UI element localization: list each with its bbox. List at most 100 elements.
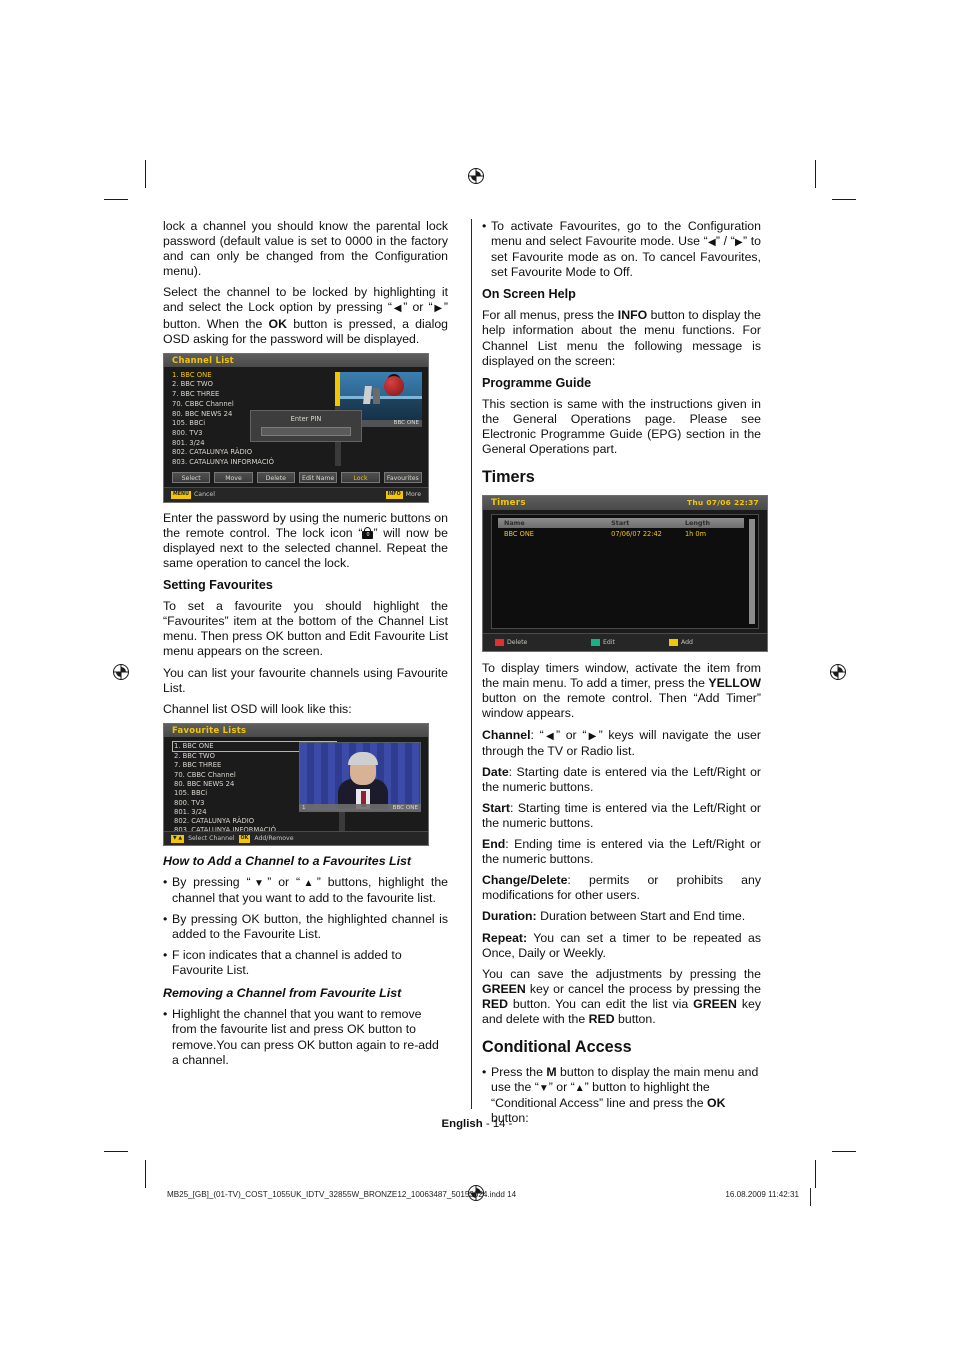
bullet-glyph: • (163, 948, 168, 963)
text-run: ” / “ (715, 234, 735, 249)
bullet-glyph: • (163, 911, 168, 926)
scrollbar-thumb[interactable] (749, 519, 755, 625)
para-save-adjustments: You can save the adjustments by pressing… (482, 967, 761, 1027)
bullet-glyph: • (482, 1065, 487, 1080)
timers-action-delete[interactable]: Delete (495, 639, 527, 647)
text-run: For all menus, press the (482, 308, 618, 323)
table-row[interactable]: BBC ONE 07/06/07 22:42 1h 0m (498, 529, 744, 540)
osd-button-move[interactable]: Move (214, 471, 253, 483)
para-start-field: Start: Starting time is entered via the … (482, 801, 761, 831)
timer-start: 07/06/07 22:42 (611, 530, 662, 539)
osd-channel-footer-right: INFO More (385, 490, 421, 499)
osd-button-select[interactable]: Select (172, 471, 211, 483)
label-date: Date (482, 764, 509, 779)
heading-setting-favourites: Setting Favourites (163, 578, 273, 593)
down-arrow-glyph: ▼ (250, 877, 268, 889)
channel-item[interactable]: 2. BBC TWO (172, 380, 332, 390)
text-run: ” or “ (548, 1080, 575, 1095)
para-channel-list-osd: Channel list OSD will look like this: (163, 701, 352, 716)
osd-timers-clock: Thu 07/06 22:37 (686, 498, 759, 508)
page-footer: English - 14 - (0, 1118, 954, 1130)
preview-sky (340, 371, 422, 398)
bullet-glyph: • (163, 1007, 168, 1022)
right-arrow-glyph: ▶ (586, 730, 599, 742)
osd-button-delete[interactable]: Delete (256, 471, 295, 483)
timers-action-edit[interactable]: Edit (591, 639, 615, 647)
para-timers-intro: To display timers window, activate the i… (482, 661, 761, 721)
print-line-separator (810, 1188, 811, 1206)
print-datetime: 16.08.2009 11:42:31 (725, 1190, 799, 1199)
osd-channel-footer: MENU Cancel INFO More (164, 486, 428, 502)
info-key-label: More (405, 491, 421, 499)
up-arrow-glyph: ▲ (300, 877, 317, 889)
osd-button-favourites[interactable]: Favourites (383, 471, 422, 483)
para-lock-intro: lock a channel you should know the paren… (163, 219, 448, 279)
para-channel-field: Channel: “◀” or “▶” keys will navigate t… (482, 728, 761, 759)
para-list-favourite: You can list your favourite channels usi… (163, 665, 448, 695)
osd-button-edit-name[interactable]: Edit Name (298, 471, 338, 483)
para-select-channel: Select the channel to be locked by highl… (163, 285, 448, 346)
channel-item[interactable]: 1. BBC ONE (172, 371, 332, 381)
label-change-delete: Change/Delete (482, 873, 568, 888)
print-filename: MB25_[GB]_(01-TV)_COST_1055UK_IDTV_32855… (167, 1190, 517, 1199)
lock-icon: 0 (362, 526, 374, 539)
osd-fav-preview-label: 1 BBC ONE (299, 803, 421, 812)
timers-action-add-label: Add (681, 639, 693, 647)
red-bold: RED (482, 996, 508, 1011)
nav-arrows-key-badge: ▼ ▲ (171, 834, 185, 843)
preview-rail (340, 395, 422, 399)
channel-item[interactable]: 802. CATALUNYA RÀDIO (172, 448, 332, 458)
column-header-length: Length (684, 519, 711, 528)
ok-bold: OK (268, 316, 287, 331)
info-key-badge: INFO (385, 490, 403, 499)
osd-timers-titlebar: Timers Thu 07/06 22:37 (483, 496, 767, 511)
registration-mark-left (108, 659, 134, 685)
green-bold: GREEN (482, 981, 526, 996)
text-run: ” or “ (555, 727, 587, 742)
left-column: lock a channel you should know the paren… (163, 219, 462, 1132)
yellow-key-swatch (669, 639, 678, 647)
heading-on-screen-help: On Screen Help (482, 287, 576, 302)
heading-removing-channel: Removing a Channel from Favourite List (163, 986, 402, 1001)
text-run: : Starting time is entered via the Left/… (482, 800, 761, 830)
crop-mark-bottom-left-vertical (145, 1160, 146, 1188)
nav-arrows-label: Select Channel (188, 835, 235, 843)
channel-list-osd-screenshot: Channel List 1. BBC ONE 2. BBC TWO 7. BB… (163, 352, 429, 503)
bullet-list-add: • By pressing “▼” or “▲” buttons, highlig… (163, 875, 448, 979)
channel-item[interactable]: 803. CATALUNYA INFORMACIÓ (172, 458, 332, 468)
enter-pin-input[interactable] (261, 426, 351, 436)
timer-length: 1h 0m (684, 530, 707, 539)
enter-pin-label: Enter PIN (290, 414, 322, 423)
channel-item[interactable]: 70. CBBC Channel (172, 400, 332, 410)
right-column: • To activate Favourites, go to the Confi… (462, 219, 768, 1132)
bullet-list-activate: • To activate Favourites, go to the Confi… (482, 219, 761, 280)
text-run: You can save the adjustments by pressing… (482, 966, 761, 981)
text-run: By pressing OK button, the highlighted c… (172, 911, 448, 942)
list-item: • By pressing “▼” or “▲” buttons, highlig… (163, 875, 448, 906)
page-canvas: lock a channel you should know the paren… (0, 0, 954, 1351)
text-run: key or cancel the process by pressing th… (525, 981, 761, 996)
label-start: Start (482, 800, 511, 815)
ok-key-label: Add/Remove (254, 835, 294, 843)
crop-mark-top-right-vertical (815, 160, 816, 188)
crop-mark-top-left-horizontal (104, 199, 128, 200)
preview-ball (384, 375, 404, 396)
osd-button-lock[interactable]: Lock (341, 471, 380, 483)
heading-how-to-add: How to Add a Channel to a Favourites Lis… (163, 853, 412, 868)
osd-timers-title: Timers (491, 498, 526, 509)
column-header-name: Name (504, 519, 525, 528)
text-run: button. You can edit the list via (507, 996, 694, 1011)
osd-channel-title: Channel List (164, 353, 428, 367)
green-key-swatch (591, 639, 600, 647)
bullet-glyph: • (482, 219, 487, 233)
crop-mark-bottom-left-horizontal (104, 1151, 128, 1152)
osd-timers-panel: Name Start Length BBC ONE 07/06/07 22:42… (491, 514, 759, 630)
channel-item[interactable]: 7. BBC THREE (172, 390, 332, 400)
preview-channel-name: BBC ONE (392, 804, 418, 811)
label-channel: Channel (482, 727, 531, 742)
crop-mark-bottom-right-horizontal (832, 1151, 856, 1152)
timers-action-add[interactable]: Add (669, 639, 693, 647)
osd-fav-video-preview (299, 741, 421, 810)
osd-timers-scrollbar[interactable] (749, 519, 755, 625)
bullet-glyph: • (163, 874, 168, 889)
